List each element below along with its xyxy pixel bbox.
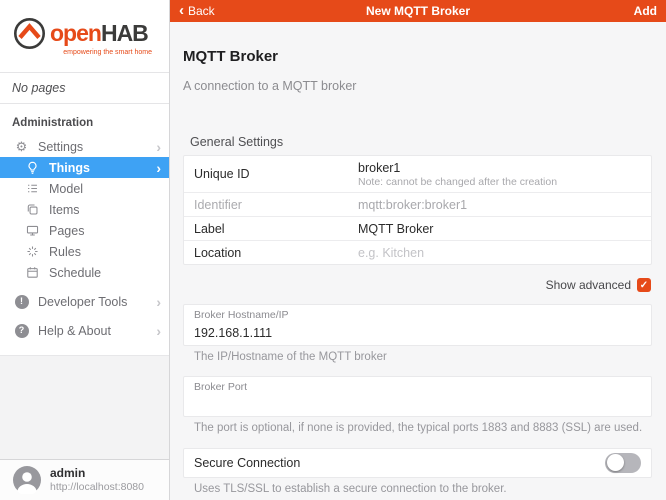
broker-port-input[interactable] — [194, 397, 641, 411]
unique-id-row: Unique ID Note: cannot be changed after … — [184, 156, 651, 192]
general-settings-card: Unique ID Note: cannot be changed after … — [183, 155, 652, 265]
secure-connection-card: Secure Connection — [183, 448, 652, 478]
unique-id-label: Unique ID — [194, 167, 358, 181]
identifier-row: Identifier mqtt:broker:broker1 — [184, 192, 651, 216]
broker-hostname-label: Broker Hostname/IP — [194, 309, 641, 322]
identifier-label: Identifier — [194, 198, 358, 212]
sidebar-item-label: Settings — [38, 140, 156, 154]
user-panel[interactable]: admin http://localhost:8080 — [0, 459, 169, 500]
question-circle-icon: ? — [13, 324, 30, 338]
rules-spark-icon — [24, 245, 41, 258]
sidebar-item-things[interactable]: Things › — [0, 157, 169, 178]
thing-type-description: A connection to a MQTT broker — [183, 79, 652, 93]
exclamation-circle-icon: ! — [13, 295, 30, 309]
show-advanced-label: Show advanced — [546, 278, 631, 292]
openhab-logo: openHAB empowering the smart home — [0, 0, 160, 64]
sidebar-item-schedule[interactable]: Schedule — [0, 262, 169, 283]
no-pages-label: No pages — [0, 72, 169, 104]
broker-hostname-input[interactable] — [194, 326, 641, 340]
secure-connection-helper: Uses TLS/SSL to establish a secure conne… — [194, 483, 652, 496]
broker-port-helper: The port is optional, if none is provide… — [194, 422, 652, 435]
broker-hostname-helper: The IP/Hostname of the MQTT broker — [194, 351, 652, 364]
chevron-right-icon: › — [156, 295, 161, 309]
openhab-house-icon — [12, 16, 47, 51]
back-label: Back — [188, 4, 215, 18]
label-row: Label — [184, 216, 651, 240]
sidebar-item-label: Rules — [49, 245, 161, 259]
back-button[interactable]: ‹ Back — [179, 4, 269, 18]
sidebar-item-label: Help & About — [38, 324, 156, 338]
show-advanced-checkbox[interactable]: ✓ — [637, 278, 651, 292]
chevron-left-icon: ‹ — [179, 3, 184, 18]
sidebar-item-label: Pages — [49, 224, 161, 238]
main-area: ‹ Back New MQTT Broker Add MQTT Broker A… — [170, 0, 666, 500]
sidebar-item-label: Items — [49, 203, 161, 217]
schedule-calendar-icon — [24, 266, 41, 279]
menu-group-gap — [0, 283, 169, 291]
logo-open: open — [50, 20, 101, 46]
sidebar-item-help-about[interactable]: ? Help & About › — [0, 320, 169, 341]
sidebar: openHAB empowering the smart home No pag… — [0, 0, 170, 500]
sidebar-item-rules[interactable]: Rules — [0, 241, 169, 262]
broker-port-label: Broker Port — [194, 381, 641, 394]
sidebar-item-pages[interactable]: Pages — [0, 220, 169, 241]
sidebar-item-label: Developer Tools — [38, 295, 156, 309]
sidebar-menu: ⚙ Settings › Things › Model — [0, 136, 169, 341]
location-label: Location — [194, 246, 358, 260]
gear-icon: ⚙ — [13, 140, 30, 153]
model-tree-icon — [24, 182, 41, 195]
user-avatar-icon — [13, 466, 41, 494]
sidebar-item-model[interactable]: Model — [0, 178, 169, 199]
unique-id-input[interactable] — [358, 161, 641, 175]
show-advanced-row: Show advanced ✓ — [185, 278, 651, 292]
broker-hostname-card: Broker Hostname/IP — [183, 304, 652, 346]
topbar: ‹ Back New MQTT Broker Add — [170, 0, 666, 22]
lightbulb-icon — [24, 161, 41, 175]
chevron-right-icon: › — [156, 324, 161, 338]
label-label: Label — [194, 222, 358, 236]
chevron-right-icon: › — [156, 140, 161, 154]
broker-port-card: Broker Port — [183, 376, 652, 418]
administration-section-title: Administration — [0, 104, 169, 136]
sidebar-item-developer-tools[interactable]: ! Developer Tools › — [0, 291, 169, 312]
toggle-knob — [607, 454, 624, 471]
page-title: New MQTT Broker — [269, 4, 567, 18]
sidebar-item-label: Model — [49, 182, 161, 196]
location-input[interactable] — [358, 246, 641, 260]
secure-connection-toggle[interactable] — [605, 453, 641, 473]
sidebar-spacer — [0, 355, 169, 459]
user-url: http://localhost:8080 — [50, 481, 144, 494]
sidebar-item-items[interactable]: Items — [0, 199, 169, 220]
logo-hab: HAB — [101, 20, 148, 46]
sidebar-item-label: Schedule — [49, 266, 161, 280]
chevron-right-icon: › — [156, 161, 161, 175]
sidebar-item-settings[interactable]: ⚙ Settings › — [0, 136, 169, 157]
logo-wordmark: openHAB — [50, 20, 148, 47]
secure-connection-label: Secure Connection — [194, 456, 300, 470]
unique-id-note: Note: cannot be changed after the creati… — [358, 176, 641, 188]
label-input[interactable] — [358, 222, 641, 236]
unique-id-value: Note: cannot be changed after the creati… — [358, 161, 641, 188]
pages-monitor-icon — [24, 224, 41, 237]
sidebar-item-label: Things — [49, 161, 156, 175]
check-icon: ✓ — [640, 280, 648, 291]
general-settings-title: General Settings — [190, 135, 652, 149]
user-name: admin — [50, 466, 144, 481]
menu-group-gap — [0, 312, 169, 320]
identifier-value: mqtt:broker:broker1 — [358, 198, 641, 212]
content: MQTT Broker A connection to a MQTT broke… — [170, 22, 666, 500]
add-button[interactable]: Add — [567, 4, 657, 18]
thing-type-title: MQTT Broker — [183, 48, 652, 65]
items-copy-icon — [24, 203, 41, 216]
location-row: Location — [184, 240, 651, 264]
page-head: MQTT Broker A connection to a MQTT broke… — [170, 22, 666, 93]
